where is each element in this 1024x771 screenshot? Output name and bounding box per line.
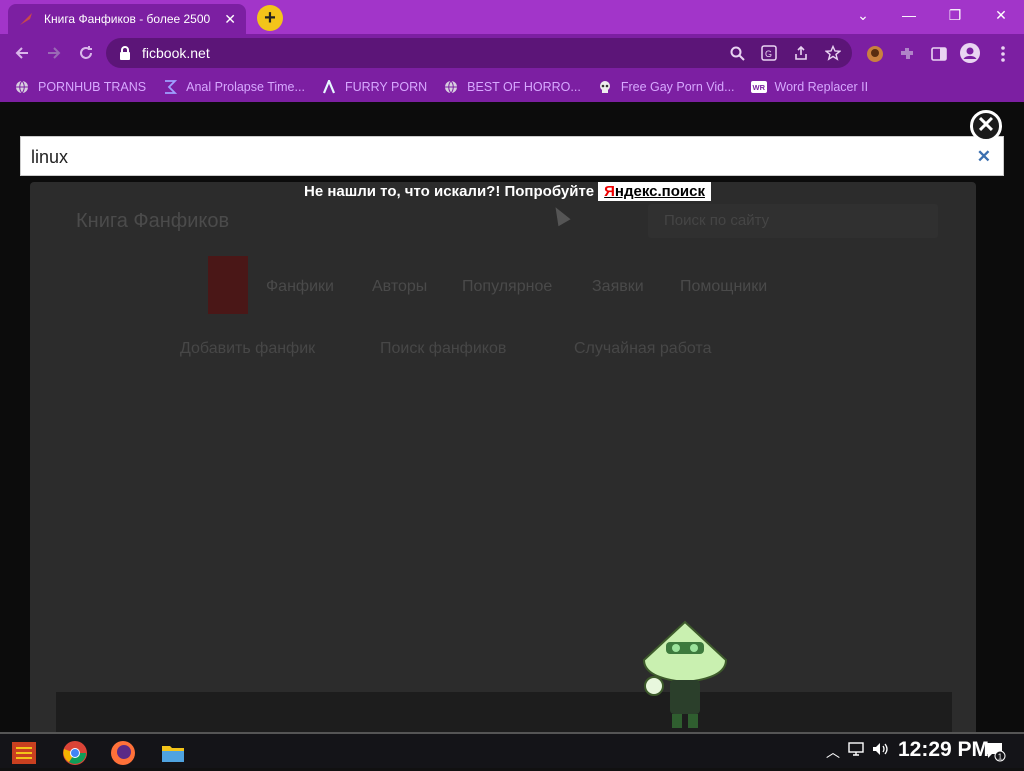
yandex-logo-text: ндекс.поиск [614, 183, 705, 200]
svg-text:G: G [765, 49, 772, 59]
tab-search-icon[interactable]: ⌄ [840, 0, 886, 30]
yandex-search-link[interactable]: Яндекс.поиск [598, 182, 711, 201]
share-icon[interactable] [792, 44, 810, 62]
svg-text:WR: WR [752, 83, 765, 92]
menu-kebab-icon[interactable] [992, 43, 1014, 65]
notifications-icon[interactable]: 1 [984, 740, 1006, 765]
desktop-mascot [638, 620, 732, 732]
account-avatar-icon[interactable] [958, 41, 982, 65]
search-hint: Не нашли то, что искали?! Попробуйте Янд… [304, 182, 711, 201]
bookmark-item[interactable]: Free Gay Porn Vid... [597, 79, 735, 95]
clear-search-icon[interactable]: ✕ [977, 147, 991, 167]
bookmark-item[interactable]: WR Word Replacer II [750, 79, 869, 95]
close-overlay-button[interactable]: ✕ [970, 110, 1002, 142]
profile-extension-icon[interactable] [864, 43, 886, 65]
search-fanfics-link: Поиск фанфиков [380, 340, 507, 357]
bookmark-item[interactable]: BEST OF HORRO... [443, 79, 581, 95]
skull-icon [597, 79, 613, 95]
bookmark-label: FURRY PORN [344, 80, 428, 94]
page-viewport: Книга Фанфиков Поиск по сайту Фанфики Ав… [0, 102, 1024, 732]
chrome-icon[interactable] [62, 740, 88, 766]
bookmark-label: Anal Prolapse Time... [186, 80, 305, 94]
forward-button[interactable] [40, 40, 68, 66]
active-tab[interactable]: Книга Фанфиков - более 2500 ✕ [8, 4, 246, 34]
start-button-icon[interactable] [10, 740, 36, 766]
taskbar: ︿ 12:29 PM 1 [0, 732, 1024, 768]
lambda-icon [321, 79, 337, 95]
translate-icon[interactable]: G [760, 44, 778, 62]
wr-icon: WR [750, 79, 767, 95]
nav-fanfics: Фанфики [266, 278, 334, 295]
nav-helpers: Помощники [680, 278, 768, 295]
bookmark-item[interactable]: PORNHUB TRANS [14, 79, 146, 95]
yandex-logo-letter: Я [604, 183, 615, 200]
arrow-right-icon [48, 47, 61, 59]
bookmarks-bar: PORNHUB TRANS Anal Prolapse Time... FURR… [0, 72, 1024, 102]
tab-title: Книга Фанфиков - более 2500 [44, 12, 211, 26]
back-button[interactable] [8, 40, 36, 66]
home-ribbon [208, 256, 248, 314]
star-bookmark-icon[interactable] [824, 44, 842, 62]
address-bar[interactable]: ficbook.net G [106, 38, 852, 68]
bookmark-label: Free Gay Porn Vid... [620, 80, 735, 94]
search-icon[interactable] [728, 44, 746, 62]
add-fanfic-link: Добавить фанфик [180, 340, 316, 357]
random-work-link: Случайная работа [574, 340, 712, 357]
close-window-button[interactable]: ✕ [978, 0, 1024, 30]
url-text: ficbook.net [142, 45, 210, 61]
new-tab-button[interactable]: + [257, 5, 283, 31]
file-explorer-icon[interactable] [160, 740, 186, 766]
site-search-placeholder: Поиск по сайту [664, 212, 770, 229]
browser-toolbar: ficbook.net G [0, 34, 1024, 72]
bookmark-item[interactable]: Anal Prolapse Time... [162, 79, 305, 95]
lock-icon [118, 45, 132, 61]
tray-chevron-icon[interactable]: ︿ [826, 742, 840, 762]
reload-icon [80, 46, 92, 59]
taskbar-clock[interactable]: 12:29 PM [898, 738, 989, 762]
dimmed-site-background [30, 182, 976, 732]
bookmark-label: BEST OF HORRO... [467, 80, 581, 94]
tab-close-icon[interactable]: ✕ [224, 11, 236, 28]
side-panel-icon[interactable] [928, 43, 950, 65]
bookmark-label: PORNHUB TRANS [38, 80, 147, 94]
sigma-icon [162, 79, 178, 95]
reload-button[interactable] [72, 40, 100, 66]
globe-icon [443, 79, 459, 95]
feather-icon [18, 11, 34, 27]
site-logo: Книга Фанфиков [76, 210, 230, 232]
bookmark-label: Word Replacer II [774, 80, 869, 94]
hint-text: Не нашли то, что искали?! Попробуйте [304, 183, 595, 200]
footer-band [56, 692, 952, 732]
browser-window: Книга Фанфиков - более 2500 ✕ + ⌄ — ❐ ✕ … [0, 0, 1024, 732]
search-overlay-box: ✕ [20, 136, 1004, 176]
restore-button[interactable]: ❐ [932, 0, 978, 30]
minimize-button[interactable]: — [886, 0, 932, 30]
nav-authors: Авторы [372, 278, 428, 295]
extensions-puzzle-icon[interactable] [896, 43, 918, 65]
bookmark-item[interactable]: FURRY PORN [321, 79, 427, 95]
tab-strip: Книга Фанфиков - более 2500 ✕ + ⌄ — ❐ ✕ [0, 0, 1024, 34]
firefox-icon[interactable] [110, 740, 136, 766]
notifications-count: 1 [998, 753, 1003, 762]
volume-icon[interactable] [872, 742, 890, 759]
network-icon[interactable] [848, 742, 864, 759]
search-input[interactable] [31, 145, 931, 169]
globe-icon [14, 79, 30, 95]
arrow-left-icon [15, 47, 28, 59]
nav-requests: Заявки [592, 278, 644, 295]
nav-popular: Популярное [462, 278, 553, 295]
